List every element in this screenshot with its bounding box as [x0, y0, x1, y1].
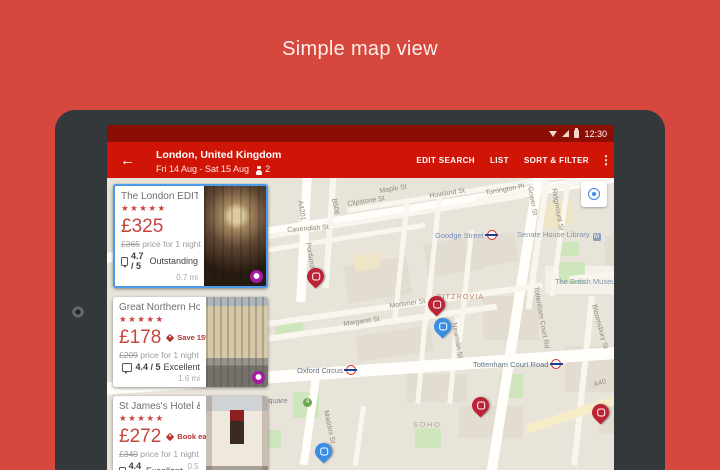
hotel-card-info: The London EDITION ★★★★★ £325 £365 price…: [115, 186, 204, 286]
old-price-row: £365 price for 1 night: [121, 239, 198, 249]
hotel-price: £325: [121, 217, 163, 236]
overflow-menu-button[interactable]: ⋮: [598, 153, 614, 167]
map-label-tottenham-court-road: Tottenham Court Road: [473, 359, 561, 369]
map[interactable]: The London EDITION ★★★★★ £325 £365 price…: [107, 178, 614, 470]
map-label-soho: SOHO: [413, 421, 442, 429]
map-label-senate-house-library: Senate House LibraryM: [517, 231, 601, 241]
crosshair-icon: [588, 188, 600, 200]
cell-signal-icon: [562, 130, 569, 137]
page-title: Simple map view: [0, 38, 720, 61]
status-bar: 12:30: [107, 125, 614, 142]
back-button[interactable]: ←: [120, 153, 135, 168]
old-price-row: £209 price for 1 night: [119, 350, 200, 360]
underground-roundel-icon: [551, 359, 561, 369]
map-label-b506: B506: [330, 198, 340, 215]
guest-count: 2: [265, 164, 270, 175]
old-price: £209: [119, 350, 138, 360]
hotel-name: The London EDITION: [121, 191, 198, 202]
map-label-cavendish-st: Cavendish St: [287, 224, 329, 234]
appbar-title: London, United Kingdom: [156, 149, 281, 161]
front-camera: [72, 306, 84, 318]
appbar-actions: EDIT SEARCH LIST SORT & FILTER: [416, 156, 598, 165]
map-label-bloomsbury-st: Bloomsbury St: [590, 304, 609, 350]
hotel-card[interactable]: St James's Hotel & Club ★★★★★ £272 Book …: [113, 396, 268, 470]
hotel-card[interactable]: Great Northern Hotel ★★★★★ £178 Save 15%…: [113, 297, 268, 387]
appbar-action-list[interactable]: LIST: [490, 156, 509, 165]
hotel-name: Great Northern Hotel: [119, 302, 200, 313]
my-location-button[interactable]: [581, 181, 607, 207]
map-road: [323, 178, 337, 288]
clock: 12:30: [584, 129, 607, 139]
hotel-price: £272: [119, 427, 161, 446]
hotel-card-info: Great Northern Hotel ★★★★★ £178 Save 15%…: [113, 297, 206, 387]
rating-word: Outstanding: [149, 256, 198, 266]
review-bubble-icon: [119, 467, 126, 470]
old-price: £365: [121, 239, 140, 249]
hotel-card-info: St James's Hotel & Club ★★★★★ £272 Book …: [113, 396, 206, 470]
guest-rating: 4.7 / 5 Outstanding 0.7 mi: [121, 251, 198, 271]
price-row: £178 Save 15%: [119, 328, 200, 347]
star-rating: ★★★★★: [119, 314, 200, 325]
hotel-price: £178: [119, 328, 161, 347]
map-label-the-british-museum: The British Museum: [555, 278, 614, 286]
map-label-oxford-circus: Oxford Circus: [297, 365, 356, 375]
rating-score: 4.4 / 5: [135, 362, 160, 372]
rating-word: Excellent: [146, 466, 183, 470]
map-road: [353, 406, 366, 466]
wifi-icon: [549, 131, 557, 137]
distance: 0.7 mi: [121, 273, 198, 282]
app-bar: ← London, United Kingdom Fri 14 Aug - Sa…: [107, 142, 614, 178]
hotel-name: St James's Hotel & Club: [119, 401, 200, 412]
appbar-titles: London, United Kingdom Fri 14 Aug - Sat …: [156, 144, 281, 175]
rating-score: 4.7 / 5: [131, 251, 147, 271]
map-label-maddox-st: Maddox St: [322, 410, 336, 444]
distance: 1.6 mi: [119, 374, 200, 383]
tag-icon: [166, 432, 174, 440]
map-label-maple-st: Maple St: [379, 184, 407, 195]
rating-score: 4.4 / 5: [129, 461, 143, 470]
rating-word: Excellent: [163, 362, 200, 372]
hotel-photo: [204, 186, 266, 286]
appbar-action-edit-search[interactable]: EDIT SEARCH: [416, 156, 475, 165]
hotel-photo: [206, 297, 268, 387]
old-price: £340: [119, 449, 138, 459]
map-label-4: 4: [303, 398, 312, 407]
app-screen: 12:30 ← London, United Kingdom Fri 14 Au…: [107, 125, 614, 470]
underground-roundel-icon: [487, 230, 497, 240]
review-bubble-icon: [121, 257, 128, 266]
guest-rating: 4.4 / 5 Excellent 1.6 mi: [119, 362, 200, 372]
hotel-cards-list: The London EDITION ★★★★★ £325 £365 price…: [113, 184, 268, 470]
price-row: £272 Book early: [119, 427, 200, 446]
tag-icon: [166, 333, 174, 341]
battery-icon: [574, 130, 579, 138]
review-bubble-icon: [122, 363, 132, 372]
star-rating: ★★★★★: [121, 203, 198, 214]
date-range: Fri 14 Aug - Sat 15 Aug: [156, 164, 249, 175]
price-note: price for 1 night: [140, 449, 199, 459]
distance-inline: 0.5 mi: [187, 462, 200, 470]
tablet-device-frame: 12:30 ← London, United Kingdom Fri 14 Au…: [55, 110, 665, 470]
map-park: [415, 428, 441, 448]
old-price-row: £340 price for 1 night: [119, 449, 200, 459]
map-park: [559, 242, 579, 256]
map-label-goodge-street: Goodge Street: [435, 230, 497, 240]
price-note: price for 1 night: [140, 350, 199, 360]
hotel-photo: [206, 396, 268, 470]
underground-roundel-icon: [346, 365, 356, 375]
map-block: [459, 406, 523, 438]
price-note: price for 1 night: [142, 239, 201, 249]
guests-icon: [255, 166, 263, 175]
museum-icon: M: [593, 233, 601, 241]
appbar-action-sort-filter[interactable]: SORT & FILTER: [524, 156, 589, 165]
appbar-subtitle: Fri 14 Aug - Sat 15 Aug 2: [156, 164, 281, 175]
hotel-card[interactable]: The London EDITION ★★★★★ £325 £365 price…: [113, 184, 268, 288]
guest-rating: 4.4 / 5 Excellent 0.5 mi: [119, 461, 200, 470]
star-rating: ★★★★★: [119, 413, 200, 424]
price-row: £325: [121, 217, 198, 236]
